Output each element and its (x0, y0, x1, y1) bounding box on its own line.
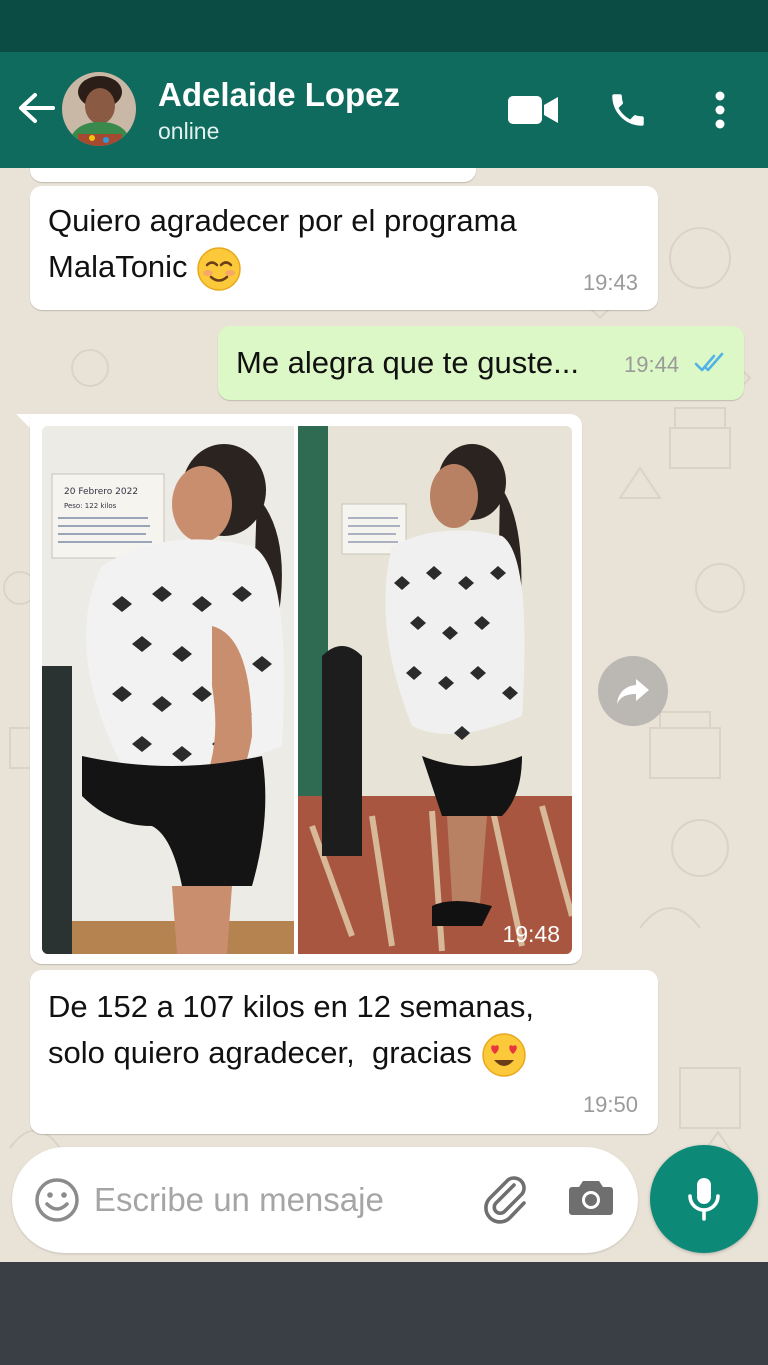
forward-button[interactable] (598, 656, 668, 726)
message-text: De 152 a 107 kilos en 12 semanas, solo q… (48, 984, 638, 1078)
message-time: 19:44 (624, 352, 680, 377)
message-input[interactable] (94, 1175, 454, 1225)
mic-icon (688, 1178, 720, 1221)
previous-message-bubble (30, 168, 476, 182)
message-time: 19:43 (582, 270, 638, 295)
relieved-smile-emoji-icon (197, 247, 241, 291)
outgoing-message[interactable]: Me alegra que te guste... 19:44 (218, 326, 744, 400)
video-call-button[interactable] (504, 86, 562, 134)
emoji-button[interactable] (34, 1177, 80, 1223)
contact-name[interactable]: Adelaide Lopez (158, 76, 400, 114)
image-message[interactable]: 20 Febrero 2022 Peso: 122 kilos 19:48 (30, 414, 582, 964)
incoming-message[interactable]: De 152 a 107 kilos en 12 semanas, solo q… (30, 970, 658, 1134)
message-composer (12, 1147, 638, 1253)
status-bar (0, 0, 768, 52)
message-line: Quiero agradecer por el programa (48, 203, 517, 238)
phone-icon (612, 94, 644, 126)
attach-button[interactable] (482, 1175, 532, 1225)
voice-message-button[interactable] (650, 1145, 758, 1253)
photo-time: 19:48 (502, 921, 560, 947)
more-options-button[interactable] (700, 84, 740, 136)
message-text: Quiero agradecer por el programa MalaTon… (48, 198, 608, 292)
camera-icon (569, 1181, 613, 1215)
photo-note-date: 20 Febrero 2022 (64, 487, 138, 497)
chat-area[interactable]: Quiero agradecer por el programa MalaTon… (0, 168, 768, 1262)
attach-icon (484, 1176, 526, 1224)
message-text: Me alegra que te guste... (236, 345, 579, 380)
before-after-photo[interactable]: 20 Febrero 2022 Peso: 122 kilos 19:48 (42, 426, 572, 954)
photo-image: 20 Febrero 2022 Peso: 122 kilos 19:48 (42, 426, 572, 954)
back-arrow-icon (19, 93, 55, 123)
forward-icon (617, 679, 649, 704)
message-line: MalaTonic (48, 249, 188, 284)
avatar-image (62, 72, 136, 146)
video-call-icon (508, 96, 558, 124)
camera-button[interactable] (568, 1177, 616, 1223)
voice-call-button[interactable] (602, 84, 654, 136)
avatar[interactable] (62, 72, 136, 146)
system-navigation-bar (0, 1262, 768, 1365)
message-time: 19:50 (582, 1092, 638, 1117)
more-vert-icon (715, 91, 725, 129)
message-line: solo quiero agradecer, gracias (48, 1035, 472, 1070)
contact-status: online (158, 118, 220, 144)
double-check-icon (694, 352, 724, 372)
incoming-message[interactable]: Quiero agradecer por el programa MalaTon… (30, 186, 658, 310)
photo-note-weight: Peso: 122 kilos (64, 502, 117, 510)
heart-eyes-emoji-icon (481, 1033, 526, 1077)
message-line: De 152 a 107 kilos en 12 semanas, (48, 989, 534, 1024)
back-button[interactable] (14, 86, 58, 130)
emoji-icon (35, 1178, 79, 1222)
chat-header: Adelaide Lopez online (0, 52, 768, 168)
